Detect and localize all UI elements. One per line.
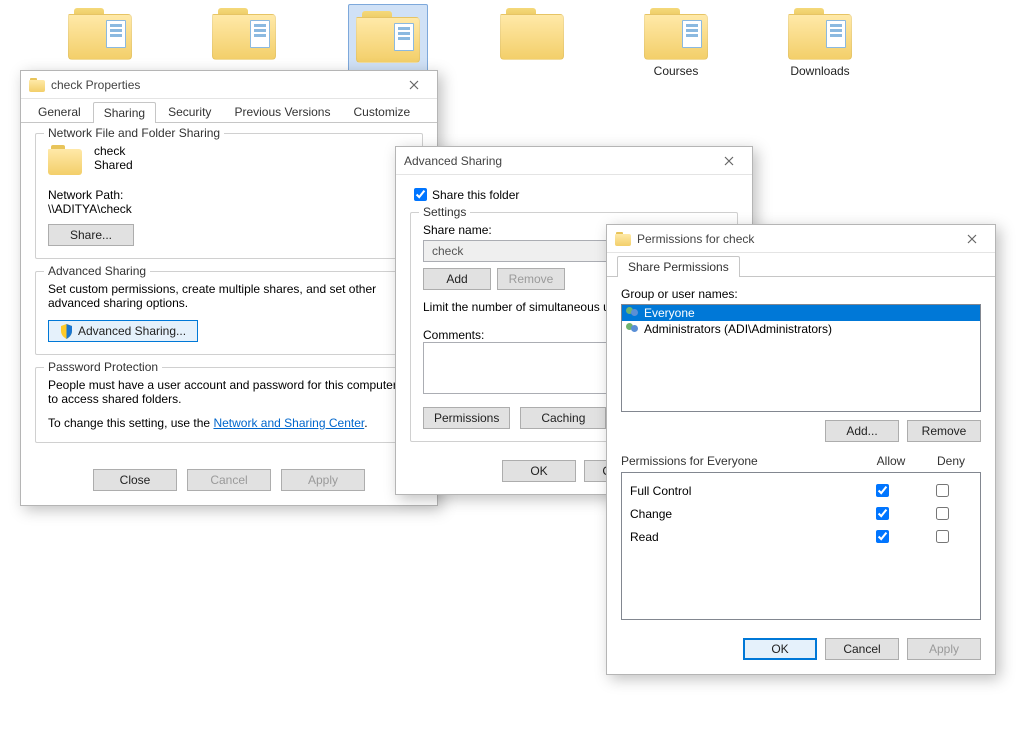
- window-title: Permissions for check: [637, 232, 955, 246]
- folder-icon: [356, 7, 420, 63]
- shield-icon: [60, 324, 73, 339]
- network-sharing-center-link[interactable]: Network and Sharing Center: [213, 416, 364, 430]
- desktop-icons: Courses Downloads: [60, 4, 860, 78]
- folder-icon: [500, 4, 564, 60]
- desktop-folder-selected[interactable]: [348, 4, 428, 78]
- tab-general[interactable]: General: [27, 101, 92, 122]
- desktop-folder[interactable]: Courses: [636, 4, 716, 78]
- list-item[interactable]: Administrators (ADI\Administrators): [622, 321, 980, 337]
- tab-share-permissions[interactable]: Share Permissions: [617, 256, 740, 277]
- allow-header: Allow: [861, 454, 921, 468]
- properties-dialog: check Properties General Sharing Securit…: [20, 70, 438, 506]
- desktop-folder[interactable]: [204, 4, 284, 78]
- apply-button[interactable]: Apply: [281, 469, 365, 491]
- users-icon: [626, 307, 640, 319]
- folder-icon: [788, 4, 852, 60]
- network-path-value: \\ADITYA\check: [48, 202, 410, 216]
- folder-icon: [644, 4, 708, 60]
- advanced-sharing-button[interactable]: Advanced Sharing...: [48, 320, 198, 342]
- perm-label: Full Control: [630, 484, 852, 498]
- principal-name: Everyone: [644, 306, 695, 320]
- folder-icon: [615, 232, 631, 246]
- tab-customize[interactable]: Customize: [342, 101, 421, 122]
- share-check-label: Share this folder: [432, 188, 519, 202]
- group-legend: Settings: [419, 205, 470, 219]
- close-icon[interactable]: [955, 228, 989, 250]
- titlebar[interactable]: Advanced Sharing: [396, 147, 752, 175]
- allow-change[interactable]: [876, 507, 889, 520]
- folder-icon: [29, 78, 45, 92]
- password-change-line: To change this setting, use the Network …: [48, 416, 410, 430]
- group-network-sharing: Network File and Folder Sharing check Sh…: [35, 133, 423, 259]
- deny-read[interactable]: [936, 530, 949, 543]
- group-names-listbox[interactable]: Everyone Administrators (ADI\Administrat…: [621, 304, 981, 412]
- group-legend: Network File and Folder Sharing: [44, 126, 224, 140]
- permissions-dialog: Permissions for check Share Permissions …: [606, 224, 996, 675]
- apply-button[interactable]: Apply: [907, 638, 981, 660]
- deny-change[interactable]: [936, 507, 949, 520]
- principal-name: Administrators (ADI\Administrators): [644, 322, 832, 336]
- folder-icon: [212, 4, 276, 60]
- tab-strip: Share Permissions: [607, 253, 995, 277]
- remove-share-button[interactable]: Remove: [497, 268, 565, 290]
- share-this-folder-check[interactable]: Share this folder: [410, 185, 738, 204]
- permissions-for-label: Permissions for Everyone: [621, 454, 861, 468]
- list-item[interactable]: Everyone: [622, 305, 980, 321]
- users-icon: [626, 323, 640, 335]
- advanced-sharing-label: Advanced Sharing...: [78, 324, 186, 338]
- share-status: Shared: [94, 158, 133, 172]
- caching-button[interactable]: Caching: [520, 407, 606, 429]
- ok-button[interactable]: OK: [743, 638, 817, 660]
- desktop-folder[interactable]: Downloads: [780, 4, 860, 78]
- ok-button[interactable]: OK: [502, 460, 576, 482]
- window-title: Advanced Sharing: [404, 154, 712, 168]
- add-share-button[interactable]: Add: [423, 268, 491, 290]
- perm-row-full-control: Full Control: [630, 479, 972, 502]
- desktop-label: Downloads: [790, 64, 849, 78]
- tab-previous-versions[interactable]: Previous Versions: [223, 101, 341, 122]
- group-advanced-sharing: Advanced Sharing Set custom permissions,…: [35, 271, 423, 355]
- text: To change this setting, use the: [48, 416, 213, 430]
- tab-sharing[interactable]: Sharing: [93, 102, 156, 123]
- group-legend: Password Protection: [44, 360, 162, 374]
- close-button[interactable]: Close: [93, 469, 177, 491]
- shared-folder-icon: [48, 144, 84, 178]
- desktop-folder[interactable]: [60, 4, 140, 78]
- window-title: check Properties: [51, 78, 397, 92]
- close-icon[interactable]: [712, 150, 746, 172]
- close-icon[interactable]: [397, 74, 431, 96]
- perm-row-change: Change: [630, 502, 972, 525]
- add-principal-button[interactable]: Add...: [825, 420, 899, 442]
- cancel-button[interactable]: Cancel: [187, 469, 271, 491]
- tab-security[interactable]: Security: [157, 101, 222, 122]
- network-path-label: Network Path:: [48, 188, 410, 202]
- titlebar[interactable]: Permissions for check: [607, 225, 995, 253]
- group-names-label: Group or user names:: [621, 287, 981, 301]
- deny-header: Deny: [921, 454, 981, 468]
- allow-full-control[interactable]: [876, 484, 889, 497]
- password-description: People must have a user account and pass…: [48, 378, 410, 406]
- advanced-description: Set custom permissions, create multiple …: [48, 282, 410, 310]
- desktop-folder[interactable]: [492, 4, 572, 78]
- perm-row-read: Read: [630, 525, 972, 548]
- group-legend: Advanced Sharing: [44, 264, 150, 278]
- folder-icon: [68, 4, 132, 60]
- tab-strip: General Sharing Security Previous Versio…: [21, 99, 437, 123]
- perm-label: Read: [630, 530, 852, 544]
- share-checkbox[interactable]: [414, 188, 427, 201]
- titlebar[interactable]: check Properties: [21, 71, 437, 99]
- text: .: [364, 416, 367, 430]
- permissions-table: Full Control Change Read: [621, 472, 981, 620]
- cancel-button[interactable]: Cancel: [825, 638, 899, 660]
- group-password-protection: Password Protection People must have a u…: [35, 367, 423, 443]
- remove-principal-button[interactable]: Remove: [907, 420, 981, 442]
- allow-read[interactable]: [876, 530, 889, 543]
- share-button[interactable]: Share...: [48, 224, 134, 246]
- desktop-label: Courses: [654, 64, 699, 78]
- permissions-button[interactable]: Permissions: [423, 407, 510, 429]
- share-name: check: [94, 144, 133, 158]
- perm-label: Change: [630, 507, 852, 521]
- deny-full-control[interactable]: [936, 484, 949, 497]
